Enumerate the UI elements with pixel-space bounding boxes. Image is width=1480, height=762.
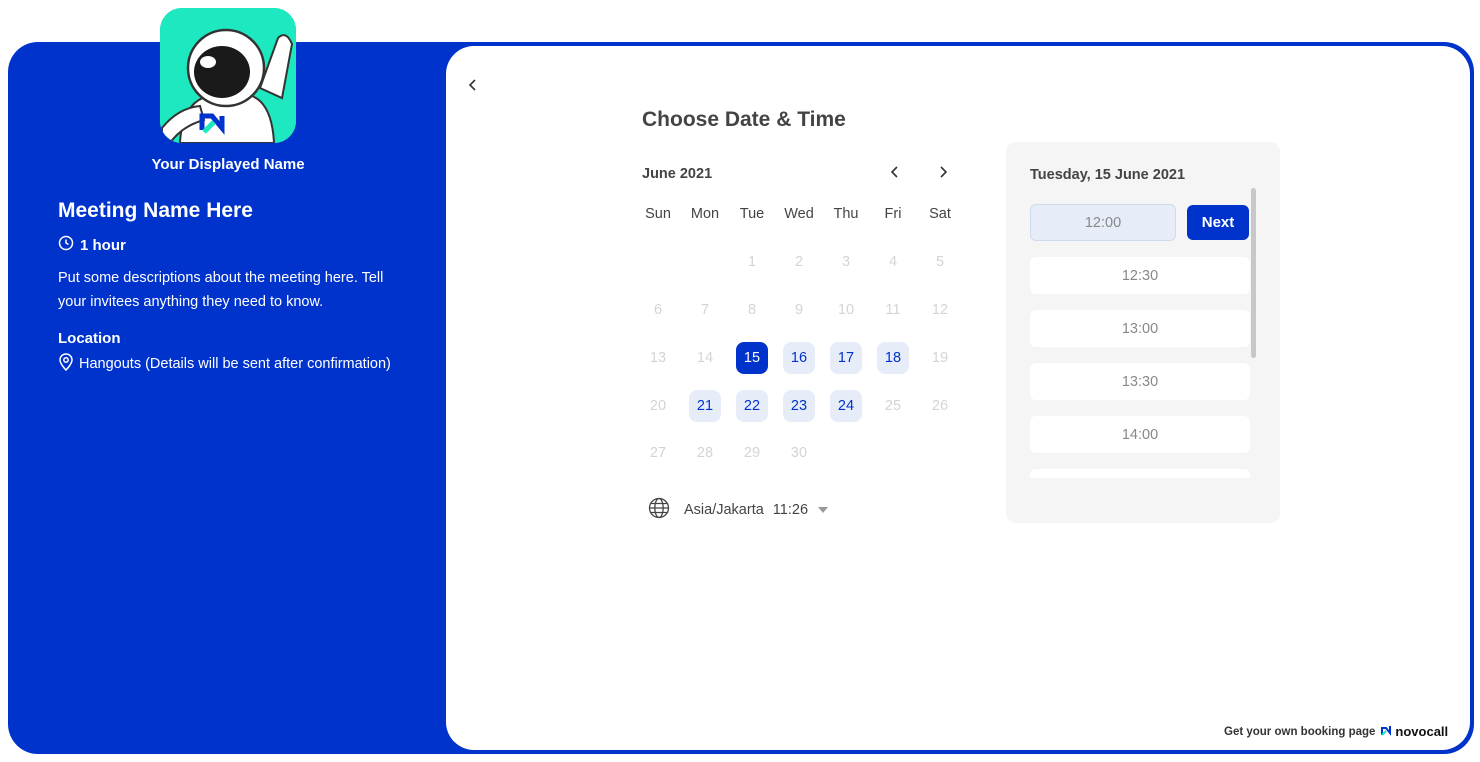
footer-text: Get your own booking page: [1224, 725, 1376, 738]
location-text: Hangouts (Details will be sent after con…: [79, 356, 391, 372]
calendar-day[interactable]: 17: [830, 342, 862, 374]
weekday-label: Sun: [645, 206, 671, 222]
timezone-selector[interactable]: Asia/Jakarta 11:26: [648, 497, 829, 523]
weekday-label: Fri: [884, 206, 902, 222]
clock-icon: [58, 235, 74, 255]
next-button[interactable]: Next: [1187, 205, 1249, 240]
calendar-day: 12: [931, 302, 949, 318]
calendar-month: June 2021: [642, 166, 713, 182]
calendar-day: 30: [790, 445, 808, 461]
weekday-label: Tue: [739, 206, 765, 222]
duration-text: 1 hour: [80, 236, 126, 254]
timezone-current-time: 11:26: [772, 502, 809, 518]
time-slot[interactable]: 13:30: [1030, 363, 1250, 400]
chevron-right-icon: [938, 165, 948, 184]
meeting-title: Meeting Name Here: [58, 199, 253, 222]
chevron-left-icon: [890, 165, 900, 184]
calendar-day: 26: [931, 398, 949, 414]
next-month-button[interactable]: [931, 163, 955, 185]
calendar-day: 1: [747, 254, 757, 270]
timezone-name: Asia/Jakarta: [684, 502, 764, 518]
calendar-day[interactable]: 16: [783, 342, 815, 374]
calendar-day: 5: [935, 254, 945, 270]
novocall-icon: [1381, 724, 1393, 739]
calendar-day[interactable]: 21: [689, 390, 721, 422]
calendar-day: 19: [931, 350, 949, 366]
calendar-day: 7: [700, 302, 710, 318]
weekday-label: Sat: [929, 206, 951, 222]
time-slots-panel: Tuesday, 15 June 2021 12:00 Next 12:30 13:0…: [1006, 142, 1280, 523]
calendar-day[interactable]: 18: [877, 342, 909, 374]
weekday-label: Thu: [833, 206, 859, 222]
chevron-left-icon: [468, 78, 478, 97]
calendar-day: 13: [649, 350, 667, 366]
calendar-day: 10: [837, 302, 855, 318]
booking-panel: [446, 46, 1470, 750]
time-slot[interactable]: 14:00: [1030, 416, 1250, 453]
calendar-day-selected[interactable]: 15: [736, 342, 768, 374]
calendar-day: 9: [794, 302, 804, 318]
calendar-day: 25: [884, 398, 902, 414]
time-slot-list[interactable]: 12:00 Next 12:30 13:00 13:30 14:00: [1030, 204, 1250, 478]
brand-logo[interactable]: novocall: [1381, 724, 1448, 739]
host-display-name: Your Displayed Name: [151, 156, 305, 173]
weekday-label: Mon: [690, 206, 720, 222]
host-avatar: [160, 8, 296, 143]
caret-down-icon: [818, 502, 829, 518]
calendar-day: 4: [888, 254, 898, 270]
location-value: Hangouts (Details will be sent after con…: [58, 353, 391, 375]
calendar-day[interactable]: 24: [830, 390, 862, 422]
calendar-day: 20: [649, 398, 667, 414]
calendar-day: 3: [841, 254, 851, 270]
calendar-day: 6: [653, 302, 663, 318]
footer-promo[interactable]: Get your own booking page novocall: [1224, 724, 1448, 739]
calendar-day: 28: [696, 445, 714, 461]
meeting-description: Put some descriptions about the meeting …: [58, 270, 384, 310]
selected-date-label: Tuesday, 15 June 2021: [1030, 167, 1186, 183]
map-pin-icon: [58, 353, 74, 375]
time-slot-partial[interactable]: [1030, 469, 1250, 478]
location-label: Location: [58, 330, 121, 347]
time-slot[interactable]: 12:30: [1030, 257, 1250, 294]
time-slots-scrollbar[interactable]: [1251, 188, 1256, 358]
calendar-day: 2: [794, 254, 804, 270]
calendar-day: 8: [747, 302, 757, 318]
calendar-day: 29: [743, 445, 761, 461]
meeting-duration: 1 hour: [58, 235, 126, 255]
calendar-day: 14: [696, 350, 714, 366]
brand-name: novocall: [1395, 724, 1449, 739]
prev-month-button[interactable]: [883, 163, 907, 185]
calendar-day: 27: [649, 445, 667, 461]
globe-icon: [648, 497, 670, 523]
time-slot-selected[interactable]: 12:00: [1030, 204, 1176, 241]
calendar-day: 11: [885, 302, 901, 318]
page-title: Choose Date & Time: [642, 108, 846, 131]
calendar-day[interactable]: 22: [736, 390, 768, 422]
calendar-day[interactable]: 23: [783, 390, 815, 422]
time-slot[interactable]: 13:00: [1030, 310, 1250, 347]
back-button[interactable]: [464, 76, 482, 98]
weekday-label: Wed: [784, 206, 814, 222]
